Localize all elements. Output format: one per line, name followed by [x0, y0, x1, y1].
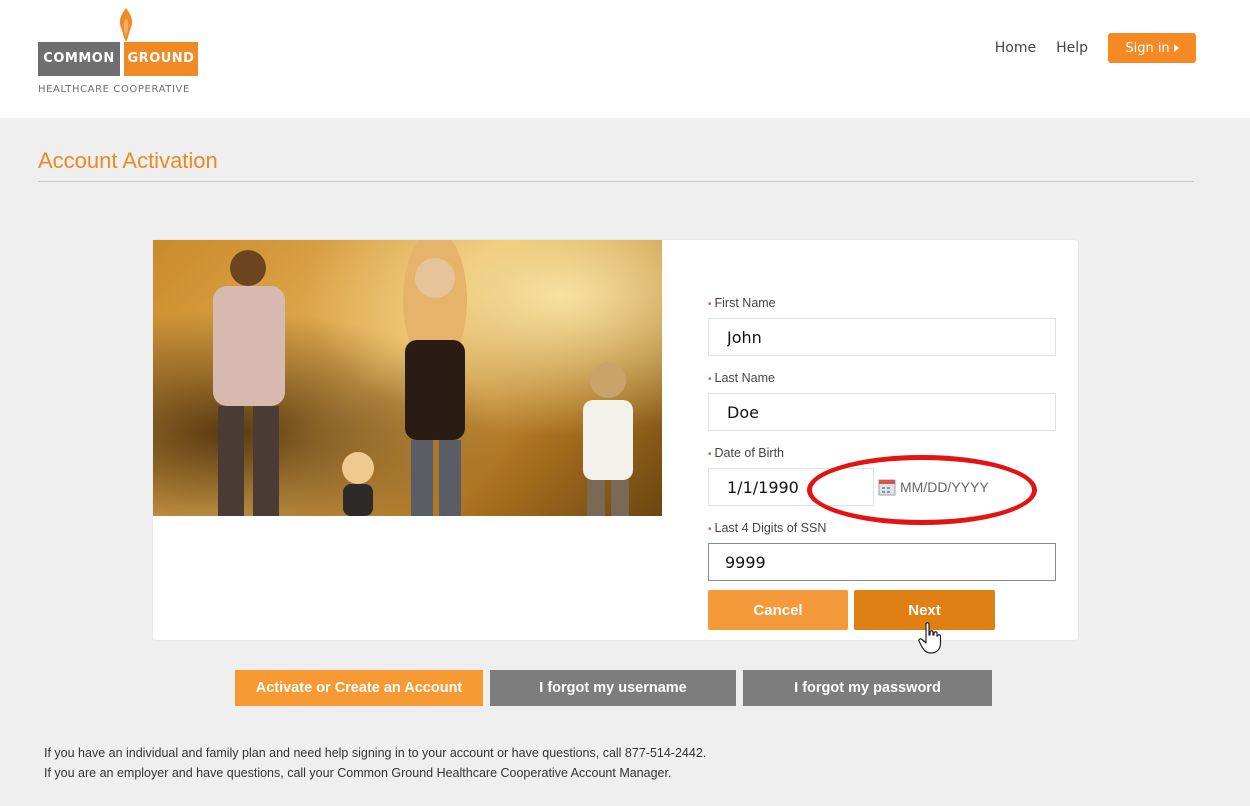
forgot-password-button[interactable]: I forgot my password	[743, 670, 992, 706]
common-ground-logo[interactable]: COMMON GROUND HEALTHCARE COOPERATIVE	[38, 8, 208, 104]
logo-word-common: COMMON	[38, 42, 120, 76]
hand-cursor-icon	[918, 622, 942, 654]
help-text: If you have an individual and family pla…	[44, 743, 706, 783]
dob-label: • Date of Birth	[708, 446, 784, 460]
page-title: Account Activation	[38, 148, 218, 173]
required-marker: •	[708, 374, 712, 385]
activation-card: •First Name •Last Name •Date of Birth	[153, 240, 1078, 640]
last-name-label: • Last Name	[708, 371, 775, 385]
flame-icon	[119, 8, 133, 42]
ssn-label: • Last 4 Digits of SSN	[708, 521, 827, 535]
help-text-line-2: If you are an employer and have question…	[44, 766, 672, 780]
logo-tagline: HEALTHCARE COOPERATIVE	[38, 84, 190, 95]
last-name-input[interactable]	[708, 393, 1056, 431]
family-illustration	[213, 240, 633, 516]
first-name-input[interactable]	[708, 318, 1056, 356]
main-content: Account Activation • First Name John • L…	[0, 118, 1250, 806]
activate-account-button[interactable]: Activate or Create an Account	[235, 670, 483, 706]
sign-in-label: Sign in	[1125, 40, 1170, 56]
required-marker: •	[708, 299, 712, 310]
forgot-username-button[interactable]: I forgot my username	[490, 670, 736, 706]
first-name-label: • First Name	[708, 296, 776, 310]
help-text-line-1: If you have an individual and family pla…	[44, 746, 707, 760]
logo-word-ground: GROUND	[124, 42, 198, 76]
site-header: COMMON GROUND HEALTHCARE COOPERATIVE Hom…	[0, 0, 1250, 118]
cancel-button[interactable]: Cancel	[708, 590, 848, 630]
nav-home-link[interactable]: Home	[995, 40, 1036, 56]
dob-input[interactable]	[708, 468, 874, 506]
required-marker: •	[708, 449, 712, 460]
top-nav: Home Help Sign in	[995, 33, 1196, 63]
caret-right-icon	[1173, 44, 1179, 52]
account-links: Activate or Create an Account I forgot m…	[235, 670, 999, 706]
title-divider	[38, 181, 1194, 182]
form-actions: Cancel Next	[708, 590, 995, 630]
nav-help-link[interactable]: Help	[1056, 40, 1088, 56]
dob-row: MM/DD/YYYY	[708, 468, 1056, 506]
calendar-icon[interactable]	[878, 478, 896, 496]
family-photo	[153, 240, 662, 516]
ssn-input[interactable]	[708, 543, 1056, 581]
activation-form: •First Name •Last Name •Date of Birth	[708, 294, 1056, 594]
dob-format-hint: MM/DD/YYYY	[900, 479, 989, 495]
required-marker: •	[708, 524, 712, 535]
sign-in-button[interactable]: Sign in	[1108, 33, 1196, 63]
